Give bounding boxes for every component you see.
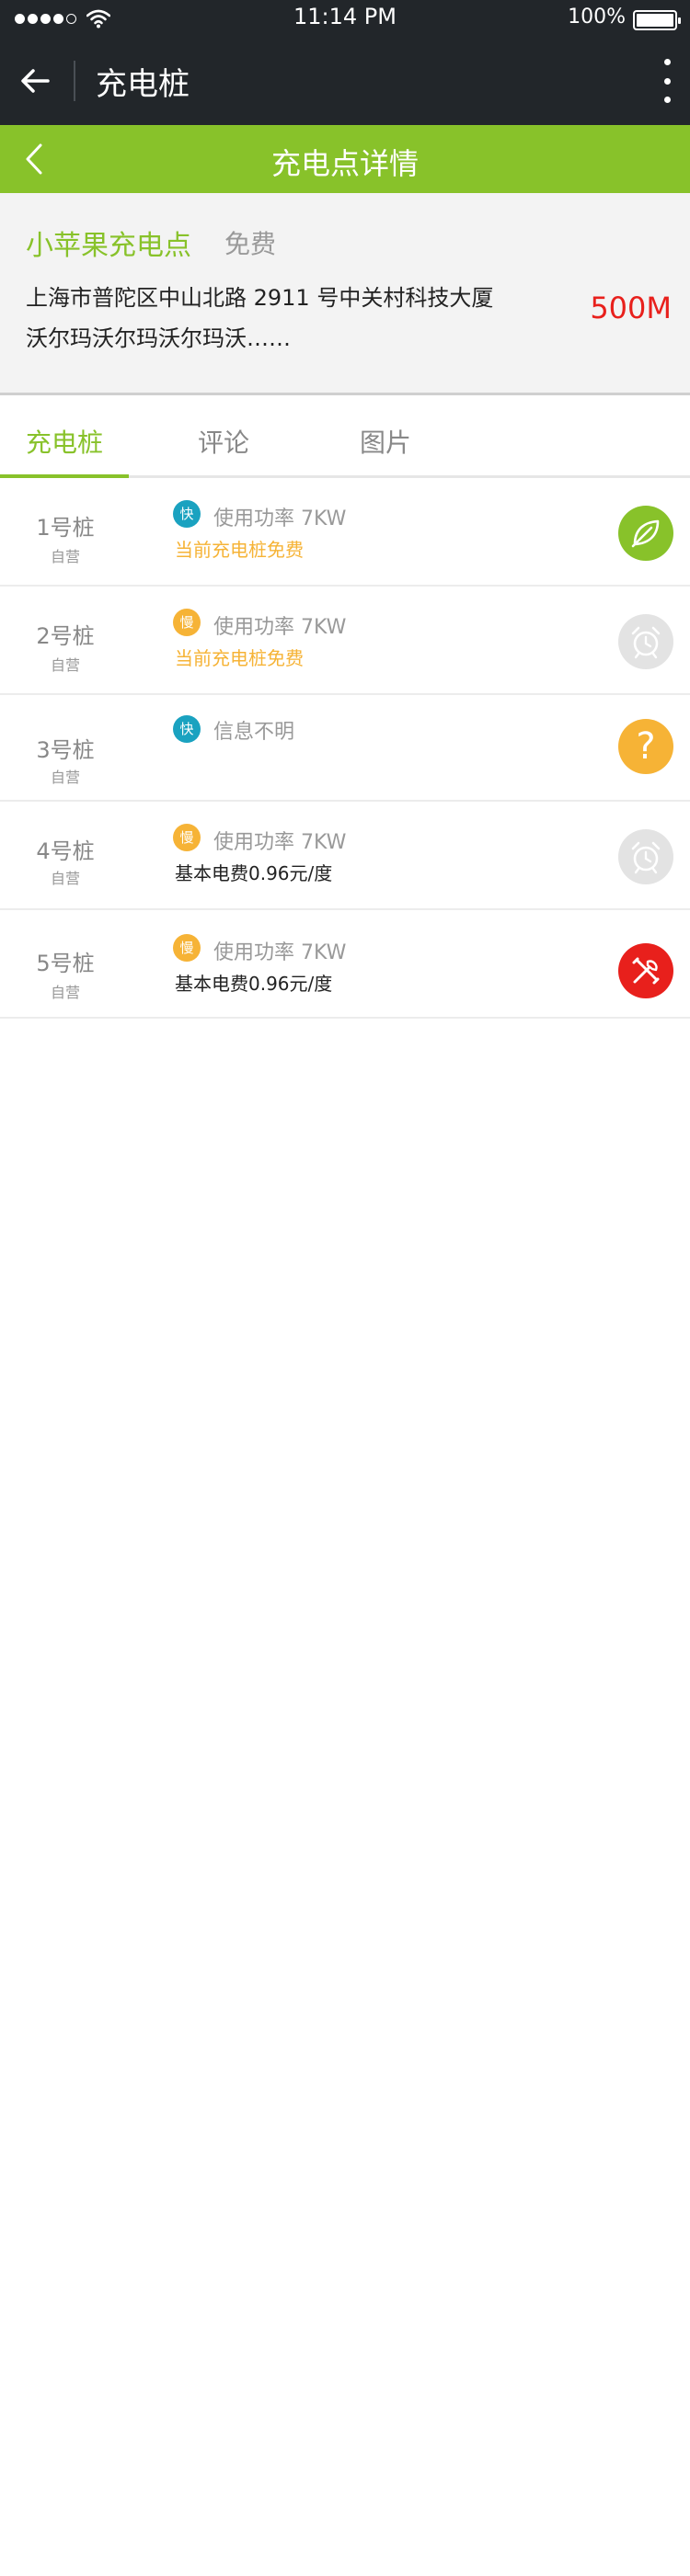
detail-header: 充电点详情	[0, 125, 690, 193]
battery-icon	[633, 10, 681, 30]
station-fee: 免费	[224, 229, 277, 259]
fast-charge-badge: 快	[173, 715, 201, 743]
more-options-icon[interactable]	[662, 59, 672, 103]
question-icon: ?	[618, 719, 673, 774]
pile-info: 信息不明	[213, 721, 295, 744]
slow-charge-badge: 慢	[173, 824, 201, 851]
app-bar-divider	[74, 61, 75, 101]
pile-owner: 自营	[50, 769, 80, 786]
pile-sub-info: 基本电费0.96元/度	[175, 862, 333, 884]
alarm-clock-icon	[618, 614, 673, 669]
pile-sub-info: 当前充电桩免费	[175, 647, 304, 669]
pile-owner: 自营	[50, 870, 80, 887]
slow-charge-badge: 慢	[173, 934, 201, 962]
leaf-icon	[618, 506, 673, 561]
pile-name: 4号桩	[36, 838, 95, 864]
repair-tools-icon	[618, 943, 673, 998]
pile-owner: 自营	[50, 548, 80, 565]
pile-name: 3号桩	[36, 737, 95, 763]
pile-row[interactable]: 3号桩 自营 快 信息不明 ?	[0, 695, 690, 802]
pile-owner: 自营	[50, 656, 80, 674]
pile-info: 使用功率 7KW	[213, 831, 347, 854]
tab-bar: 充电桩 评论 图片	[0, 395, 690, 478]
pile-info: 使用功率 7KW	[213, 616, 347, 639]
fast-charge-badge: 快	[173, 500, 201, 528]
app-bar: 充电桩	[0, 37, 690, 125]
station-info-card: 小苹果充电点 免费 上海市普陀区中山北路 2911 号中关村科技大厦沃尔玛沃尔玛…	[0, 193, 690, 395]
status-bar: 11:14 PM 100%	[0, 0, 690, 37]
pile-sub-info: 当前充电桩免费	[175, 539, 304, 561]
alarm-clock-icon	[618, 829, 673, 884]
pile-name: 5号桩	[36, 951, 95, 976]
pile-row[interactable]: 4号桩 自营 慢 使用功率 7KW 基本电费0.96元/度	[0, 802, 690, 910]
tab-photos[interactable]: 图片	[360, 423, 411, 460]
battery-percent: 100%	[568, 6, 626, 28]
tab-comments[interactable]: 评论	[198, 423, 249, 460]
page-title: 充电点详情	[270, 146, 419, 181]
pile-row[interactable]: 2号桩 自营 慢 使用功率 7KW 当前充电桩免费	[0, 587, 690, 695]
station-address: 上海市普陀区中山北路 2911 号中关村科技大厦沃尔玛沃尔玛沃尔玛沃……	[26, 285, 494, 351]
pile-row[interactable]: 5号桩 自营 慢 使用功率 7KW 基本电费0.96元/度	[0, 910, 690, 1019]
top-bar: 11:14 PM 100% 充电桩	[0, 0, 690, 125]
pile-info: 使用功率 7KW	[213, 507, 347, 530]
pile-list: 1号桩 自营 快 使用功率 7KW 当前充电桩免费 2号桩 自营 慢 使用功率 …	[0, 478, 690, 1019]
tab-piles[interactable]: 充电桩	[26, 423, 103, 460]
station-distance: 500M	[590, 291, 672, 325]
app-bar-title: 充电桩	[96, 66, 190, 103]
slow-charge-badge: 慢	[173, 609, 201, 636]
station-name: 小苹果充电点	[26, 230, 191, 262]
pile-info: 使用功率 7KW	[213, 941, 347, 964]
pile-owner: 自营	[50, 984, 80, 1001]
back-arrow-icon[interactable]	[17, 63, 53, 99]
pile-name: 2号桩	[36, 623, 95, 649]
pile-sub-info: 基本电费0.96元/度	[175, 973, 333, 995]
pile-name: 1号桩	[36, 515, 95, 541]
pile-row[interactable]: 1号桩 自营 快 使用功率 7KW 当前充电桩免费	[0, 478, 690, 587]
